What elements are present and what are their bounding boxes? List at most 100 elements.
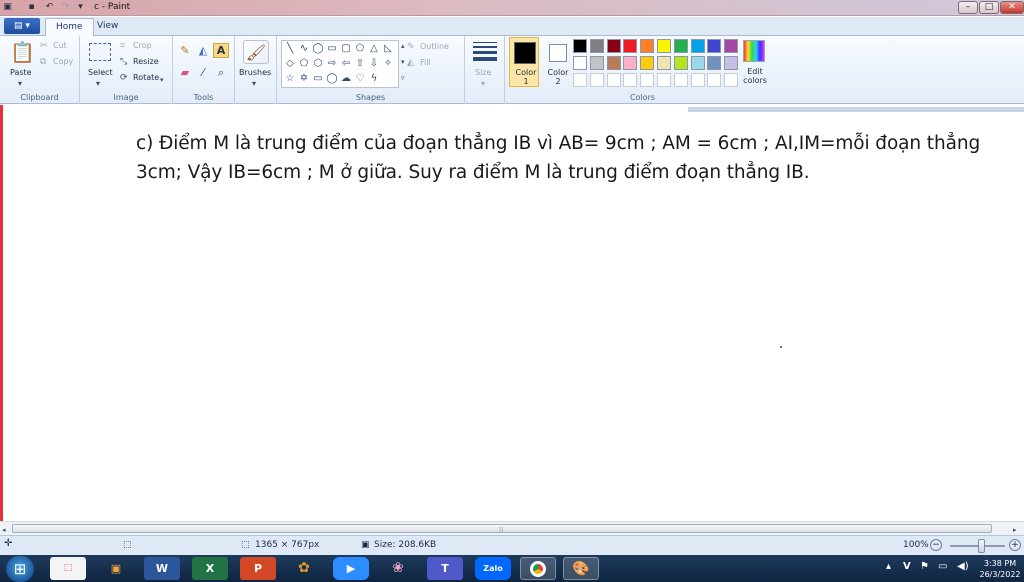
horizontal-scrollbar[interactable]: ◂ ⁞⁞ ▸ (0, 521, 1024, 535)
five-point-star-shape-icon[interactable]: ☆ (283, 72, 297, 85)
palette-custom-slot[interactable] (573, 73, 587, 87)
taskbar-teams-icon[interactable]: T (427, 557, 463, 580)
taskbar-word-icon[interactable]: W (144, 557, 180, 580)
taskbar-powerpoint-icon[interactable]: P (240, 557, 276, 580)
palette-custom-slot[interactable] (707, 73, 722, 87)
palette-swatch[interactable] (573, 56, 587, 70)
palette-swatch[interactable] (673, 56, 688, 70)
diamond-shape-icon[interactable]: ◇ (283, 57, 297, 70)
left-arrow-shape-icon[interactable]: ⇦ (339, 57, 353, 70)
shapes-scroll-down-icon[interactable]: ▾ (401, 56, 405, 68)
taskbar-paint-icon[interactable]: 🎨 (563, 557, 599, 580)
color-picker-icon[interactable]: ⁄ (196, 67, 210, 79)
start-button[interactable]: ⊞ (6, 556, 34, 582)
customize-quick-access-icon[interactable]: ▾ (75, 2, 86, 13)
brush-icon[interactable]: 🖌 (243, 40, 269, 64)
paste-button[interactable]: Paste (10, 68, 32, 77)
select-button[interactable]: Select (88, 68, 113, 77)
taskbar-folder-icon[interactable]: ▣ (98, 557, 134, 580)
palette-swatch[interactable] (606, 56, 621, 70)
oval-callout-shape-icon[interactable]: ◯ (325, 72, 339, 85)
palette-swatch[interactable] (623, 39, 638, 53)
select-icon[interactable] (89, 43, 111, 61)
palette-swatch[interactable] (690, 56, 705, 70)
taskbar-excel-icon[interactable]: X (192, 557, 228, 580)
right-arrow-shape-icon[interactable]: ⇨ (325, 57, 339, 70)
fill-button[interactable]: Fill (420, 58, 431, 67)
color1-button[interactable]: Color 1 (509, 37, 543, 89)
crop-button[interactable]: Crop (133, 41, 152, 50)
select-dropdown-icon[interactable]: ▾ (96, 78, 100, 90)
maximize-button[interactable]: □ (979, 1, 999, 14)
taskbar-zalo-icon[interactable]: Zalo (475, 557, 511, 580)
palette-custom-slot[interactable] (606, 73, 621, 87)
palette-swatch[interactable] (657, 39, 671, 53)
tray-flag-icon[interactable]: ⚑ (920, 561, 929, 572)
copy-button[interactable]: Copy (53, 57, 73, 66)
system-clock[interactable]: 3:38 PM 26/3/2022 (978, 558, 1022, 580)
lightning-shape-icon[interactable]: ϟ (367, 72, 381, 85)
paint-app-icon[interactable]: ▣ (2, 2, 13, 13)
edit-colors-button[interactable]: Edit colors (739, 67, 771, 85)
color2-button[interactable]: Color 2 (544, 37, 572, 89)
magnifier-icon[interactable]: ⌕ (214, 67, 228, 79)
rounded-callout-shape-icon[interactable]: ▭ (311, 72, 325, 85)
file-menu-button[interactable]: ▤ ▾ (4, 18, 40, 34)
undo-icon[interactable]: ↶ (44, 2, 55, 13)
palette-swatch[interactable] (623, 56, 638, 70)
taskbar-lotus-icon[interactable]: ✿ (286, 557, 322, 580)
line-shape-icon[interactable]: ╲ (283, 42, 297, 55)
cloud-callout-shape-icon[interactable]: ☁ (339, 72, 353, 85)
triangle-shape-icon[interactable]: △ (367, 42, 381, 55)
palette-swatch[interactable] (690, 39, 705, 53)
shapes-expand-icon[interactable]: ▿ (401, 72, 405, 84)
six-point-star-shape-icon[interactable]: ✡ (297, 72, 311, 85)
text-tool-icon[interactable]: A (213, 43, 229, 58)
volume-icon[interactable]: ◀) (957, 561, 969, 572)
paste-dropdown-icon[interactable]: ▾ (18, 78, 22, 90)
rectangle-shape-icon[interactable]: ▭ (325, 42, 339, 55)
zoom-out-button[interactable]: − (930, 539, 942, 551)
palette-custom-slot[interactable] (589, 73, 604, 87)
tray-vietkey-icon[interactable]: V (903, 561, 911, 572)
palette-custom-slot[interactable] (724, 73, 739, 87)
rotate-dropdown-icon[interactable]: ▾ (160, 74, 164, 86)
eraser-icon[interactable]: ▰ (178, 67, 192, 79)
palette-swatch[interactable] (707, 56, 722, 70)
paste-icon[interactable]: 📋 (10, 40, 35, 64)
heart-shape-icon[interactable]: ♡ (353, 72, 367, 85)
pencil-icon[interactable]: ✎ (178, 45, 192, 57)
size-button[interactable]: Size (475, 68, 491, 77)
palette-swatch[interactable] (589, 56, 604, 70)
resize-button[interactable]: Resize (133, 57, 159, 66)
canvas[interactable]: c) Điểm M là trung điểm của đoạn thẳng I… (0, 105, 1024, 521)
shapes-scroll-up-icon[interactable]: ▴ (401, 40, 405, 52)
right-triangle-shape-icon[interactable]: ◺ (381, 42, 395, 55)
edit-colors-icon[interactable] (743, 40, 765, 62)
palette-swatch[interactable] (573, 39, 587, 53)
zoom-in-button[interactable]: + (1009, 539, 1021, 551)
oval-shape-icon[interactable]: ◯ (311, 42, 325, 55)
palette-swatch[interactable] (589, 39, 604, 53)
palette-custom-slot[interactable] (640, 73, 655, 87)
palette-swatch[interactable] (724, 39, 739, 53)
palette-swatch[interactable] (673, 39, 688, 53)
brushes-dropdown-icon[interactable]: ▾ (252, 78, 256, 90)
rounded-rectangle-shape-icon[interactable]: ▢ (339, 42, 353, 55)
palette-swatch[interactable] (606, 39, 621, 53)
taskbar-app-icon[interactable]: ❀ (380, 557, 416, 580)
fill-bucket-icon[interactable]: ◭ (196, 45, 210, 57)
save-icon[interactable]: ▪ (26, 2, 37, 13)
palette-swatch[interactable] (640, 56, 655, 70)
palette-custom-slot[interactable] (657, 73, 671, 87)
polygon-shape-icon[interactable]: ⬠ (353, 42, 367, 55)
zoom-slider-thumb[interactable] (978, 539, 985, 553)
four-point-star-shape-icon[interactable]: ✧ (381, 57, 395, 70)
taskbar-chrome-icon[interactable] (520, 557, 556, 580)
cut-button[interactable]: Cut (53, 41, 67, 50)
palette-custom-slot[interactable] (690, 73, 705, 87)
palette-swatch[interactable] (707, 39, 722, 53)
brushes-button[interactable]: Brushes (239, 68, 271, 77)
palette-custom-slot[interactable] (623, 73, 638, 87)
hexagon-shape-icon[interactable]: ⬡ (311, 57, 325, 70)
